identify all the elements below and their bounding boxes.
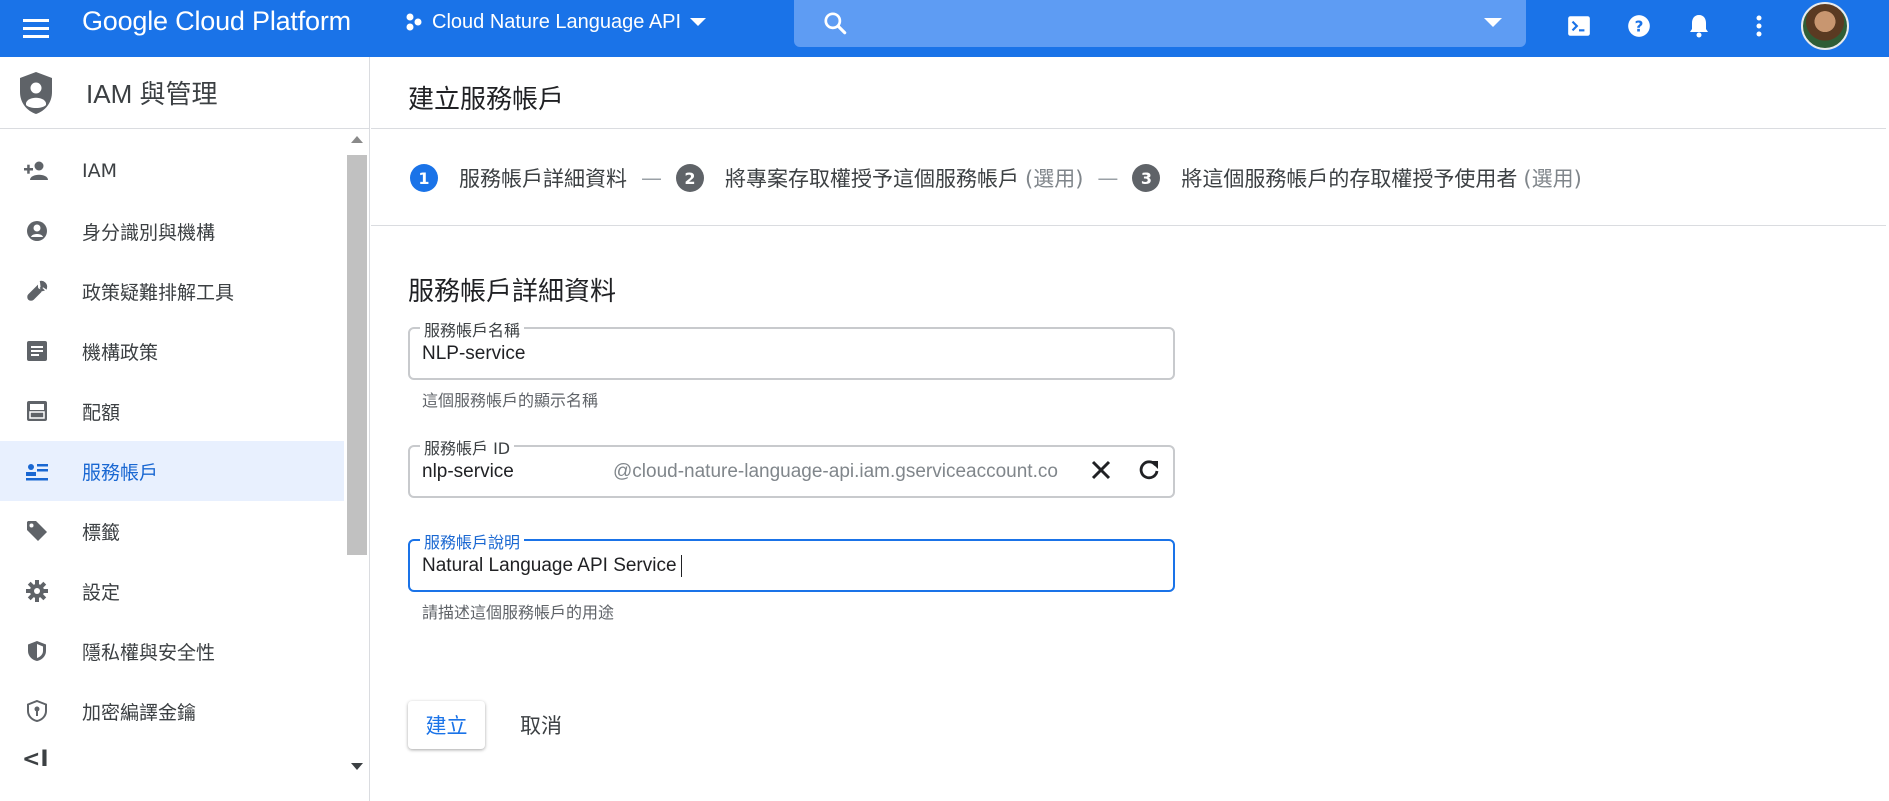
- field-actions: [1087, 456, 1163, 484]
- field-value: NLP-service: [422, 343, 526, 364]
- step-3-label[interactable]: 將這個服務帳戶的存取權授予使用者: [1181, 163, 1517, 193]
- brand-title[interactable]: Google Cloud Platform: [82, 0, 351, 45]
- step-separator: —: [1097, 166, 1119, 190]
- page-title: 建立服務帳戶: [408, 84, 565, 114]
- step-2-number: 2: [676, 164, 704, 192]
- list-icon: [22, 341, 52, 361]
- sidebar-title: IAM 與管理: [86, 79, 218, 109]
- top-icons: ?: [1561, 2, 1849, 50]
- sidebar-scrollbar[interactable]: [346, 131, 368, 781]
- top-bar: Google Cloud Platform Cloud Nature Langu…: [0, 0, 1889, 57]
- scrollbar-thumb[interactable]: [347, 155, 367, 555]
- sidebar-item-label: 身分識別與機構: [82, 221, 216, 244]
- sidebar-item-labels[interactable]: 標籤: [0, 501, 344, 561]
- service-account-name-field[interactable]: 服務帳戶名稱 NLP-service: [408, 317, 1175, 380]
- shield-icon: [22, 640, 52, 662]
- account-circle-icon: [22, 220, 52, 242]
- collapse-sidebar-button[interactable]: <I: [22, 747, 49, 772]
- refresh-icon[interactable]: [1135, 456, 1163, 484]
- id-domain-suffix: @cloud-nature-language-api.iam.gservicea…: [613, 461, 1058, 482]
- sidebar-item-identity[interactable]: 身分識別與機構: [0, 201, 344, 261]
- more-vert-icon[interactable]: [1741, 7, 1777, 45]
- field-label: 服務帳戶 ID: [420, 435, 515, 459]
- search-dropdown-icon[interactable]: [1484, 18, 1502, 27]
- text-cursor: [680, 555, 682, 577]
- sidebar-item-crypto-keys[interactable]: 加密編譯金鑰: [0, 681, 344, 741]
- step-separator: —: [641, 166, 662, 190]
- sidebar-item-org-policies[interactable]: 機構政策: [0, 321, 344, 381]
- sidebar-item-label: 加密編譯金鑰: [82, 701, 197, 724]
- name-hint: 這個服務帳戶的顯示名稱: [422, 391, 599, 410]
- person-add-icon: [22, 160, 52, 182]
- svg-text:?: ?: [1635, 17, 1644, 35]
- clear-icon[interactable]: [1087, 456, 1115, 484]
- project-selector[interactable]: Cloud Nature Language API: [404, 6, 707, 38]
- section-title: 服務帳戶詳細資料: [408, 276, 617, 306]
- key-shield-icon: [22, 700, 52, 722]
- field-label: 服務帳戶名稱: [420, 317, 525, 341]
- sidebar-item-policy-troubleshooter[interactable]: 政策疑難排解工具: [0, 261, 344, 321]
- field-value: Natural Language API Service: [422, 555, 682, 577]
- service-account-icon: [22, 461, 52, 481]
- sidebar-list: IAM 身分識別與機構 政策疑難排解工具 機構政策 配額 服務帳戶 標籤 設定 …: [0, 141, 344, 741]
- main-content: 建立服務帳戶 1 服務帳戶詳細資料 — 2 將專案存取權授予這個服務帳戶 (選用…: [371, 57, 1886, 801]
- cloud-shell-icon[interactable]: [1561, 7, 1597, 45]
- notifications-icon[interactable]: [1681, 7, 1717, 45]
- tag-icon: [22, 520, 52, 542]
- sidebar-item-settings[interactable]: 設定: [0, 561, 344, 621]
- sidebar: IAM 與管理 IAM 身分識別與機構 政策疑難排解工具 機構政策 配額 服務帳…: [0, 57, 370, 801]
- search-icon: [824, 12, 847, 35]
- project-dots-icon: [406, 13, 422, 31]
- divider: [371, 225, 1886, 226]
- search-bar[interactable]: [794, 0, 1526, 47]
- description-hint: 請描述這個服務帳戶的用途: [422, 603, 615, 622]
- sidebar-item-label: 隱私權與安全性: [82, 641, 216, 664]
- step-2-label[interactable]: 將專案存取權授予這個服務帳戶: [725, 163, 1019, 193]
- menu-icon[interactable]: [18, 10, 54, 46]
- field-text: Natural Language API Service: [422, 555, 677, 577]
- project-name: Cloud Nature Language API: [432, 10, 682, 33]
- sidebar-item-privacy-security[interactable]: 隱私權與安全性: [0, 621, 344, 681]
- sidebar-item-service-accounts[interactable]: 服務帳戶: [0, 441, 344, 501]
- chevron-down-icon: [690, 18, 707, 26]
- field-value: nlp-service: [422, 461, 514, 482]
- field-label: 服務帳戶說明: [420, 529, 525, 553]
- sidebar-header: IAM 與管理: [0, 57, 369, 129]
- sidebar-item-label: IAM: [82, 160, 117, 182]
- wrench-icon: [22, 280, 52, 302]
- sidebar-item-label: 標籤: [82, 521, 121, 544]
- divider: [371, 128, 1886, 129]
- cancel-button[interactable]: 取消: [501, 701, 581, 749]
- service-account-id-field[interactable]: 服務帳戶 ID nlp-service @cloud-nature-langua…: [408, 435, 1175, 498]
- iam-shield-icon: [20, 71, 52, 114]
- sidebar-item-iam[interactable]: IAM: [0, 141, 344, 201]
- scroll-down-icon[interactable]: [351, 763, 363, 770]
- help-icon[interactable]: ?: [1621, 7, 1657, 45]
- avatar[interactable]: [1801, 2, 1849, 50]
- sidebar-item-label: 機構政策: [82, 341, 159, 364]
- gear-icon: [22, 580, 52, 602]
- step-1-label[interactable]: 服務帳戶詳細資料: [459, 163, 627, 193]
- scroll-up-icon[interactable]: [351, 136, 363, 143]
- sidebar-item-label: 配額: [82, 401, 121, 424]
- sidebar-item-label: 政策疑難排解工具: [82, 281, 235, 304]
- step-1-number: 1: [410, 164, 438, 192]
- step-3-optional: (選用): [1523, 167, 1582, 191]
- quota-icon: [22, 401, 52, 421]
- stepper: 1 服務帳戶詳細資料 — 2 將專案存取權授予這個服務帳戶 (選用) — 3 將…: [410, 163, 1582, 193]
- step-2-optional: (選用): [1025, 167, 1084, 191]
- sidebar-item-quotas[interactable]: 配額: [0, 381, 344, 441]
- sidebar-item-label: 設定: [82, 581, 121, 604]
- create-button[interactable]: 建立: [408, 701, 485, 749]
- service-account-description-field[interactable]: 服務帳戶說明 Natural Language API Service: [408, 529, 1175, 592]
- sidebar-item-label: 服務帳戶: [82, 461, 159, 484]
- step-3-number: 3: [1132, 164, 1161, 192]
